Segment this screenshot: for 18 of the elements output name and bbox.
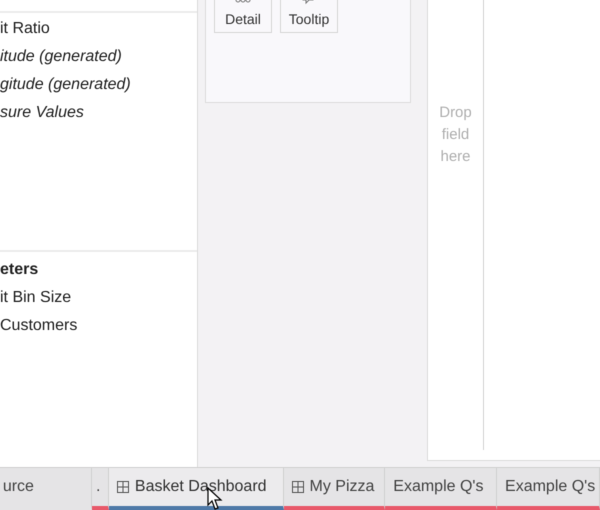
parameter-item[interactable]: it Bin Size [0,284,197,312]
grid-icon [292,481,304,493]
parameter-item[interactable]: Customers [0,312,197,340]
field-item[interactable]: sure Values [0,99,197,127]
field-item[interactable]: it Ratio [0,15,197,43]
sheet-tab[interactable]: Example Q's [497,468,600,510]
sheet-tab[interactable]: Example Q's [385,468,498,510]
field-item[interactable]: gitude (generated) [0,71,197,99]
sheet-tab[interactable]: Basket Dashboard [108,468,284,510]
mark-button[interactable]: Detail [214,0,272,33]
sheet-tab[interactable]: urce [0,468,92,510]
grid-icon [116,481,129,493]
mark-button[interactable]: Tooltip [280,0,338,33]
section-title: eters [0,260,40,280]
drop-hint: Drop field here [438,103,473,167]
field-item[interactable]: itude (generated) [0,43,197,71]
dots-icon [235,0,251,5]
sheet-tab[interactable]: My Pizza [284,468,386,510]
